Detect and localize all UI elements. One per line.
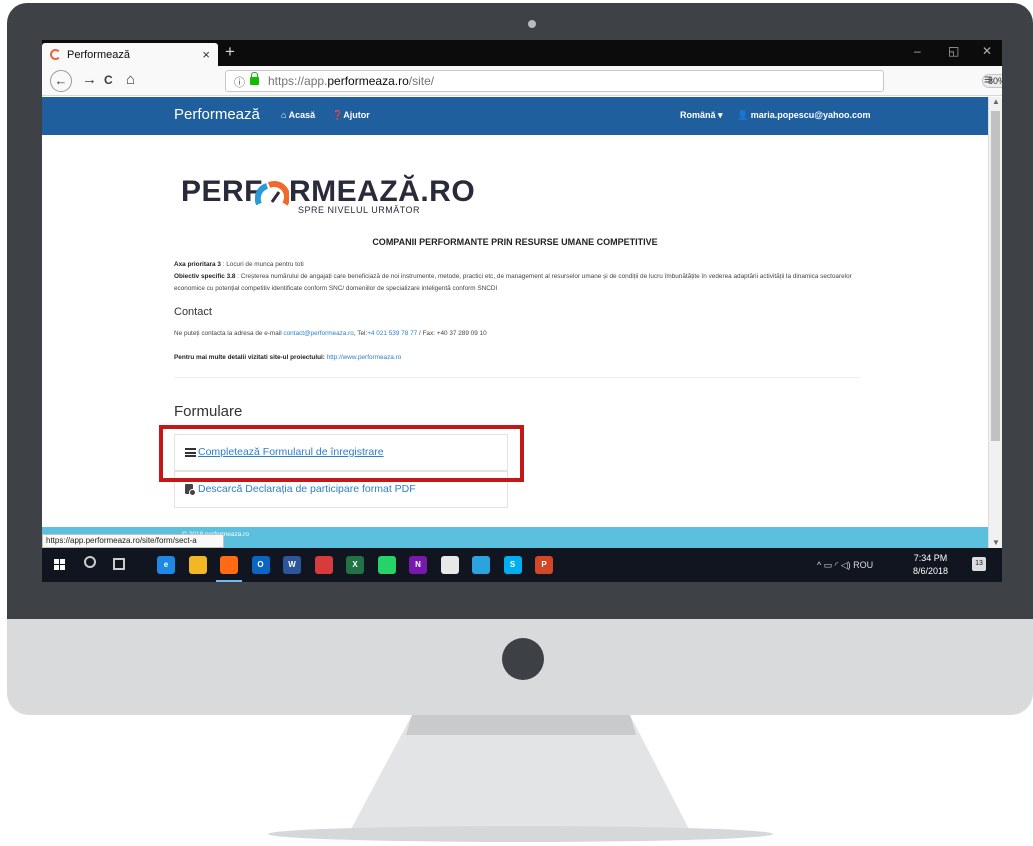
contact-paragraph: Ne puteți contacta la adresa de e-mail c… [174, 330, 487, 337]
url-bar[interactable]: ⓘ https://app.performeaza.ro/site/ 80% ·… [225, 70, 1002, 92]
monitor-stand [350, 715, 690, 831]
home-icon: ⌂ [281, 110, 289, 120]
taskbar-whatsapp-icon[interactable] [377, 556, 396, 574]
page-viewport: Performează ⌂ Acasă ❓Ajutor Română ▾ 👤 m… [42, 97, 988, 548]
taskbar-firefox-icon[interactable] [216, 556, 242, 582]
screen: Performează × + – ◱ ✕ ← → C ⌂ ⓘ https://… [42, 40, 1002, 582]
objective-paragraph: Obiectiv specific 3.8 : Creșterea număru… [174, 273, 852, 292]
contact-phone-link[interactable]: +4 021 539 78 77 [367, 330, 417, 337]
minimize-window-button[interactable]: – [914, 44, 921, 58]
taskbar-onenote-icon[interactable]: N [409, 556, 427, 574]
taskbar-excel-icon[interactable]: X [346, 556, 364, 574]
site-navbar: Performează ⌂ Acasă ❓Ajutor Română ▾ 👤 m… [42, 97, 988, 135]
divider [174, 377, 860, 378]
search-icon[interactable] [84, 556, 96, 568]
taskbar-chrome-like-icon[interactable] [440, 556, 459, 574]
vertical-scrollbar[interactable]: ▲ ▼ [988, 97, 1002, 548]
monitor-logo-icon [502, 638, 544, 680]
browser-toolbar: ← → C ⌂ ⓘ https://app.performeaza.ro/sit… [42, 66, 1002, 96]
taskbar-security-icon[interactable] [314, 556, 333, 574]
formulare-heading: Formulare [174, 403, 243, 420]
reload-button[interactable]: C [104, 70, 113, 90]
nav-link-help[interactable]: ❓Ajutor [332, 110, 370, 121]
taskbar-outlook-icon[interactable]: O [251, 556, 270, 574]
windows-taskbar: e OW X N SP ^ ▭ ◜ ◁) ROU 7:34 PM 8/6/2018 13 [42, 548, 1002, 582]
taskbar-edge-icon[interactable]: e [157, 556, 175, 574]
restore-window-button[interactable]: ◱ [948, 44, 959, 58]
taskbar-telegram-icon[interactable] [472, 556, 490, 574]
contact-heading: Contact [174, 306, 212, 318]
taskbar-file-explorer-icon[interactable] [188, 556, 207, 574]
language-dropdown[interactable]: Română ▾ [680, 110, 723, 121]
secure-lock-icon [250, 72, 259, 85]
monitor-base [268, 826, 773, 842]
monitor-mockup: Performează × + – ◱ ✕ ← → C ⌂ ⓘ https://… [0, 0, 1033, 846]
project-site-link[interactable]: http://www.performeaza.ro [325, 354, 402, 361]
logo-tagline: SPRE NIVELUL URMĂTOR [298, 205, 421, 215]
axa-paragraph: Axa prioritara 3 : Locuri de munca pentr… [174, 261, 304, 268]
browser-menu-icon[interactable]: ≡ [984, 71, 992, 87]
nav-link-home[interactable]: ⌂ Acasă [281, 110, 315, 120]
link-status-bar: https://app.performeaza.ro/site/form/sec… [42, 534, 224, 548]
clock-time: 7:34 PM [913, 553, 948, 563]
scroll-down-icon[interactable]: ▼ [992, 538, 1000, 547]
help-icon: ❓ [332, 110, 344, 120]
page-heading: COMPANII PERFORMANTE PRIN RESURSE UMANE … [372, 237, 658, 247]
close-tab-icon[interactable]: × [202, 47, 210, 62]
task-view-icon[interactable] [113, 558, 125, 570]
scrollbar-thumb[interactable] [991, 111, 1000, 441]
close-window-button[interactable]: ✕ [982, 44, 992, 58]
contact-email-link[interactable]: contact@performeaza.ro [283, 330, 353, 337]
scroll-up-icon[interactable]: ▲ [992, 97, 1000, 106]
home-button[interactable]: ⌂ [126, 70, 135, 90]
notification-center-icon[interactable]: 13 [972, 557, 986, 571]
site-info-icon[interactable]: ⓘ [234, 74, 245, 90]
declaration-pdf-link[interactable]: Descarcă Declarația de participare forma… [198, 483, 416, 495]
taskbar-word-icon[interactable]: W [283, 556, 301, 574]
speedometer-logo-icon [255, 181, 289, 206]
taskbar-clock[interactable]: 7:34 PM 8/6/2018 [913, 552, 948, 578]
tab-title: Performează [67, 48, 130, 61]
clock-date: 8/6/2018 [913, 566, 949, 576]
monitor-chin [7, 619, 1033, 715]
new-tab-button[interactable]: + [225, 42, 235, 62]
url-text[interactable]: https://app.performeaza.ro/site/ [268, 74, 434, 88]
pdf-download-icon [185, 484, 196, 496]
highlight-box [159, 425, 524, 482]
logo-text-left: PERF [181, 175, 264, 208]
user-menu[interactable]: 👤 maria.popescu@yahoo.com [737, 110, 871, 121]
details-paragraph: Pentru mai multe detalii vizitati site-u… [174, 354, 402, 361]
back-button[interactable]: ← [50, 70, 72, 92]
camera-dot [528, 20, 536, 28]
browser-tab-strip: Performează × + – ◱ ✕ [42, 40, 1002, 66]
browser-tab[interactable]: Performează × [42, 43, 218, 66]
site-brand[interactable]: Performează [174, 106, 260, 123]
forward-button[interactable]: → [82, 70, 97, 90]
taskbar-powerpoint-icon[interactable]: P [535, 556, 553, 574]
taskbar-skype-icon[interactable]: S [503, 556, 522, 574]
logo-text-right: RMEAZĂ.RO [289, 175, 476, 208]
windows-start-icon[interactable] [54, 559, 66, 571]
site-favicon-icon [50, 49, 61, 60]
user-icon: 👤 [737, 110, 751, 120]
system-tray[interactable]: ^ ▭ ◜ ◁) ROU [817, 560, 873, 571]
